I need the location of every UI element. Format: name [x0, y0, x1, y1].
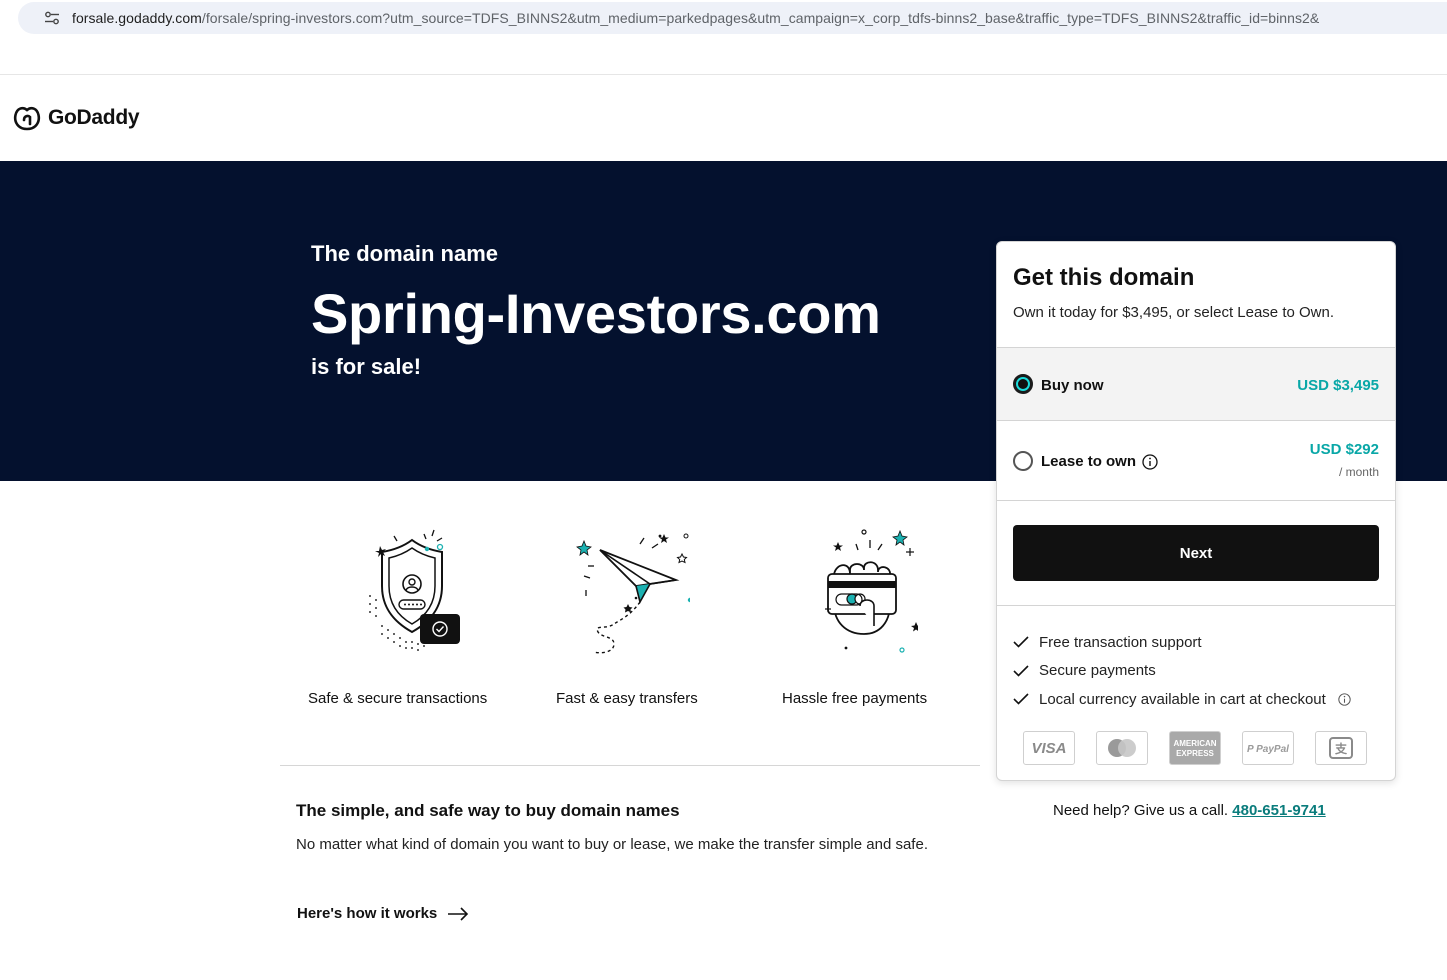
info-icon[interactable]: [1142, 453, 1158, 470]
payment-methods: VISA AMERICAN EXPRESS P PayPal 支: [1023, 731, 1367, 765]
browser-url-bar: forsale.godaddy.com/forsale/spring-inves…: [0, 0, 1447, 40]
card-subtitle: Own it today for $3,495, or select Lease…: [1013, 304, 1335, 321]
info-icon[interactable]: [1338, 693, 1351, 706]
address-bar[interactable]: forsale.godaddy.com/forsale/spring-inves…: [18, 2, 1447, 34]
card-title: Get this domain: [1013, 264, 1195, 291]
hero-pretitle: The domain name: [311, 241, 499, 266]
amex-icon: AMERICAN EXPRESS: [1169, 731, 1221, 765]
buy-now-radio[interactable]: [1013, 374, 1033, 394]
buy-now-label: Buy now: [1041, 377, 1104, 394]
option-lease-to-own[interactable]: Lease to own USD $292 / month: [997, 420, 1395, 501]
svg-text:支: 支: [1334, 741, 1348, 756]
help-text: Need help? Give us a call. 480-651-9741: [1053, 802, 1326, 819]
info-title: The simple, and safe way to buy domain n…: [296, 801, 680, 820]
paypal-icon: P PayPal: [1242, 731, 1294, 765]
lease-radio[interactable]: [1013, 451, 1033, 471]
alipay-icon: 支: [1315, 731, 1367, 765]
option-buy-now[interactable]: Buy now USD $3,495: [997, 347, 1395, 420]
logo-text: GoDaddy: [48, 106, 140, 129]
feature-secure-label: Safe & secure transactions: [308, 690, 488, 707]
arrow-right-icon: [448, 906, 469, 921]
svg-text:P PayPal: P PayPal: [1247, 744, 1289, 755]
url-path: /forsale/spring-investors.com?utm_source…: [201, 10, 1320, 26]
card-divider: [997, 605, 1395, 606]
how-it-works-label: Here's how it works: [297, 905, 438, 922]
shield-icon: [369, 529, 460, 651]
url-text[interactable]: forsale.godaddy.com/forsale/spring-inves…: [72, 10, 1319, 26]
hero-domain-name: Spring-Investors.com: [311, 282, 881, 345]
visa-icon: VISA: [1023, 731, 1075, 765]
section-divider: [280, 765, 980, 766]
check-icon: [1013, 693, 1029, 705]
feature-text: Free transaction support: [1039, 633, 1202, 651]
lease-label-group: Lease to own: [1041, 453, 1158, 470]
hero-subtitle: is for sale!: [311, 354, 422, 379]
tune-icon[interactable]: [44, 11, 60, 25]
phone-link[interactable]: 480-651-9741: [1232, 802, 1325, 819]
list-item: Secure payments: [1013, 657, 1351, 686]
svg-text:AMERICAN: AMERICAN: [1173, 739, 1216, 748]
godaddy-logo-icon: [13, 106, 41, 131]
url-host: forsale.godaddy.com: [72, 10, 202, 26]
mastercard-icon: [1096, 731, 1148, 765]
check-icon: [1013, 636, 1029, 648]
feature-text: Local currency available in cart at chec…: [1039, 690, 1326, 708]
godaddy-logo[interactable]: GoDaddy: [12, 103, 140, 133]
feature-text: Secure payments: [1039, 662, 1156, 680]
header-divider: [0, 74, 1447, 75]
feature-secure: [302, 526, 502, 660]
feature-payments-label: Hassle free payments: [782, 690, 928, 707]
check-icon: [1013, 665, 1029, 677]
feature-transfer-label: Fast & easy transfers: [556, 690, 698, 707]
buy-now-price: USD $3,495: [1297, 377, 1379, 394]
list-item: Local currency available in cart at chec…: [1013, 685, 1351, 714]
how-it-works-link[interactable]: Here's how it works: [297, 905, 469, 922]
svg-text:EXPRESS: EXPRESS: [1176, 749, 1214, 758]
purchase-card: Get this domain Own it today for $3,495,…: [996, 241, 1396, 781]
card-feature-list: Free transaction support Secure payments…: [1013, 628, 1351, 714]
svg-text:VISA: VISA: [1031, 740, 1066, 756]
feature-transfer: [530, 526, 730, 660]
lease-period: / month: [1338, 465, 1379, 479]
card-hand-icon: [825, 529, 918, 653]
lease-price: USD $292: [1309, 441, 1379, 458]
list-item: Free transaction support: [1013, 628, 1351, 657]
lease-label: Lease to own: [1041, 453, 1137, 470]
paper-plane-icon: [576, 533, 690, 654]
info-body: No matter what kind of domain you want t…: [296, 836, 928, 853]
feature-payments: [758, 526, 958, 660]
help-label: Need help? Give us a call.: [1053, 802, 1229, 819]
next-button[interactable]: Next: [1013, 525, 1379, 581]
